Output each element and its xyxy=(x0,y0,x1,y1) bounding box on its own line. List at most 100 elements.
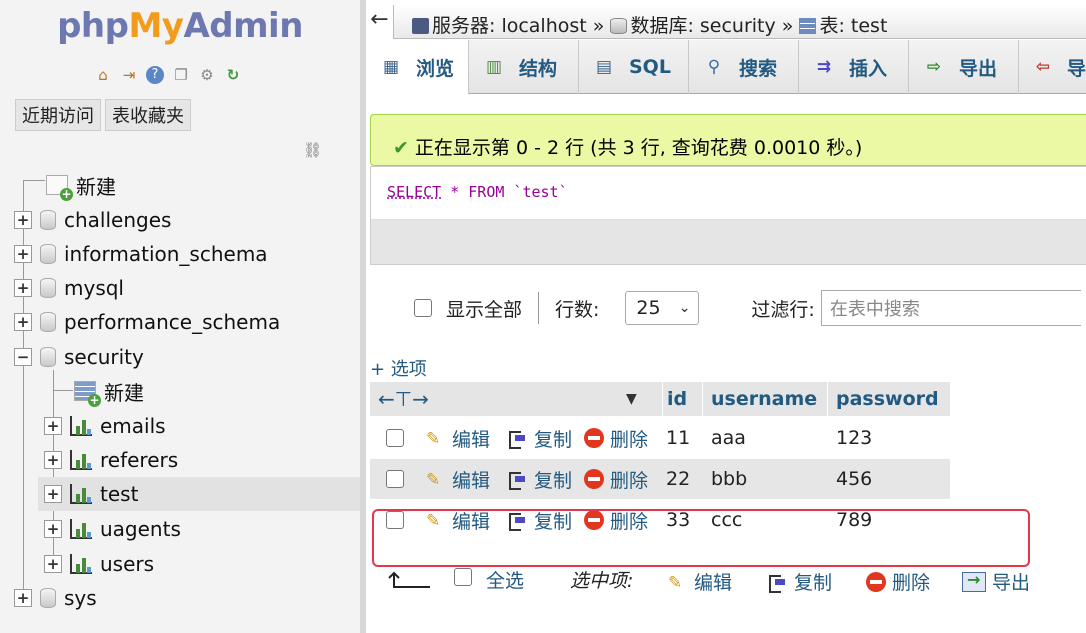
expand-icon[interactable]: + xyxy=(44,451,62,469)
expand-icon[interactable]: + xyxy=(44,555,62,573)
copy-button[interactable]: 复制 xyxy=(506,459,572,499)
link-icon[interactable]: ⛓ xyxy=(303,141,325,159)
bulk-edit-button[interactable]: ✎ 编辑 xyxy=(668,568,732,595)
expand-icon[interactable]: + xyxy=(14,589,32,607)
bulk-copy-button[interactable]: 复制 xyxy=(766,568,832,595)
delete-button[interactable]: 删除 xyxy=(584,459,648,499)
cell-id[interactable]: 11 xyxy=(666,418,690,458)
logo-admin: Admin xyxy=(183,6,303,46)
tab-browse[interactable]: ▦ 浏览 xyxy=(366,40,469,95)
cell-id[interactable]: 22 xyxy=(666,459,690,499)
table-row: ✎ 编辑 复制 删除 11 aaa 123 xyxy=(370,418,950,458)
sql-query[interactable]: SELECT * FROM `test` xyxy=(387,183,568,201)
tab-label: SQL xyxy=(629,56,671,78)
tab-search[interactable]: ⚲ 搜索 xyxy=(689,40,799,94)
reload-icon[interactable]: ↻ xyxy=(222,64,244,86)
expand-icon[interactable]: + xyxy=(44,485,62,503)
cell-password[interactable]: 789 xyxy=(836,500,872,540)
column-header-id[interactable]: id xyxy=(662,382,702,416)
copy-icon xyxy=(766,573,788,593)
tab-import[interactable]: ⇦ 导 xyxy=(1019,40,1086,94)
table-icon xyxy=(70,416,92,436)
rows-label: 行数: xyxy=(555,298,600,321)
row-checkbox[interactable] xyxy=(386,429,404,447)
delete-button[interactable]: 删除 xyxy=(584,418,648,458)
tree-db-mysql[interactable]: + mysql xyxy=(14,271,124,305)
tree-db-security[interactable]: − security xyxy=(14,340,144,374)
breadcrumb-database[interactable]: 数据库: security » xyxy=(630,15,793,37)
options-link[interactable]: + 选项 xyxy=(370,355,427,381)
column-header-username[interactable]: username xyxy=(702,382,827,416)
database-icon xyxy=(610,18,628,34)
copy-button[interactable]: 复制 xyxy=(506,500,572,540)
tab-structure[interactable]: ▥ 结构 xyxy=(469,40,579,94)
sql-query-box: SELECT * FROM `test` xyxy=(370,166,1086,265)
logout-icon[interactable]: ⇥ xyxy=(118,64,140,86)
tree-db-sys[interactable]: + sys xyxy=(14,581,97,615)
filter-input[interactable]: 在表中搜索 xyxy=(820,290,1081,326)
delete-button[interactable]: 删除 xyxy=(584,500,648,540)
tree-new-table[interactable]: 新建 xyxy=(74,374,144,408)
recent-tab[interactable]: 近期访问 xyxy=(15,99,101,131)
cell-id[interactable]: 33 xyxy=(666,500,690,540)
tree-db-performance-schema[interactable]: + performance_schema xyxy=(14,305,280,339)
home-icon[interactable]: ⌂ xyxy=(92,64,114,86)
database-icon xyxy=(40,210,56,230)
sql-keyword[interactable]: SELECT xyxy=(387,183,441,201)
copy-button[interactable]: 复制 xyxy=(506,418,572,458)
cell-username[interactable]: bbb xyxy=(711,459,747,499)
expand-icon[interactable]: + xyxy=(44,417,62,435)
cell-password[interactable]: 123 xyxy=(836,418,872,458)
favorites-tab[interactable]: 表收藏夹 xyxy=(105,99,191,131)
sort-dropdown-icon[interactable]: ▼ xyxy=(626,391,637,407)
tree-table-test[interactable]: + test xyxy=(38,477,360,511)
expand-icon[interactable]: + xyxy=(44,520,62,538)
back-arrow-icon[interactable]: ← xyxy=(366,5,394,39)
edit-button[interactable]: ✎ 编辑 xyxy=(426,500,490,540)
column-arrows-icon[interactable]: ←⊤→ xyxy=(378,387,429,411)
bulk-export-button[interactable]: 导出 xyxy=(962,568,1030,595)
copy-label: 复制 xyxy=(534,469,573,492)
tree-table-label: uagents xyxy=(100,517,181,541)
pencil-icon: ✎ xyxy=(426,511,441,531)
cell-password[interactable]: 456 xyxy=(836,459,872,499)
row-checkbox[interactable] xyxy=(386,511,404,529)
edit-label: 编辑 xyxy=(452,428,491,451)
expand-icon[interactable]: + xyxy=(14,313,32,331)
docs-icon[interactable]: ❐ xyxy=(170,64,192,86)
tree-db-challenges[interactable]: + challenges xyxy=(14,203,171,237)
select-all-checkbox[interactable] xyxy=(454,568,472,586)
phpmyadmin-logo[interactable]: phpMyAdmin xyxy=(0,6,360,46)
delete-label: 删除 xyxy=(610,510,649,533)
breadcrumb-table[interactable]: 表: test xyxy=(819,15,887,37)
column-header-password[interactable]: password xyxy=(827,382,950,416)
tree-table-uagents[interactable]: + uagents xyxy=(44,512,181,546)
tab-export[interactable]: ⇨ 导出 xyxy=(909,40,1019,94)
expand-icon[interactable]: + xyxy=(14,211,32,229)
show-all-checkbox[interactable] xyxy=(414,299,432,317)
settings-icon[interactable]: ⚙ xyxy=(196,64,218,86)
cell-username[interactable]: aaa xyxy=(711,418,746,458)
table-row: ✎ 编辑 复制 删除 33 ccc 789 xyxy=(370,500,950,540)
edit-button[interactable]: ✎ 编辑 xyxy=(426,459,490,499)
edit-button[interactable]: ✎ 编辑 xyxy=(426,418,490,458)
breadcrumb-server[interactable]: 服务器: localhost » xyxy=(432,15,604,37)
help-icon[interactable]: ? xyxy=(144,64,166,86)
tab-insert[interactable]: ⇉ 插入 xyxy=(799,40,909,94)
row-checkbox[interactable] xyxy=(386,470,404,488)
tree-table-emails[interactable]: + emails xyxy=(44,409,166,443)
delete-icon xyxy=(866,571,886,592)
tree-db-information-schema[interactable]: + information_schema xyxy=(14,237,268,271)
tree-table-users[interactable]: + users xyxy=(44,547,154,581)
expand-icon[interactable]: + xyxy=(14,245,32,263)
tree-new-database[interactable]: 新建 xyxy=(46,168,116,202)
collapse-icon[interactable]: − xyxy=(14,348,32,366)
rows-select[interactable]: 25 ⌄ xyxy=(625,291,700,325)
cell-username[interactable]: ccc xyxy=(711,500,742,540)
bulk-delete-button[interactable]: 删除 xyxy=(866,568,930,595)
expand-icon[interactable]: + xyxy=(14,279,32,297)
edit-label: 编辑 xyxy=(452,469,491,492)
select-all-label[interactable]: 全选 xyxy=(486,566,524,593)
tree-table-referers[interactable]: + referers xyxy=(44,443,178,477)
tab-sql[interactable]: ▤ SQL xyxy=(579,40,689,94)
